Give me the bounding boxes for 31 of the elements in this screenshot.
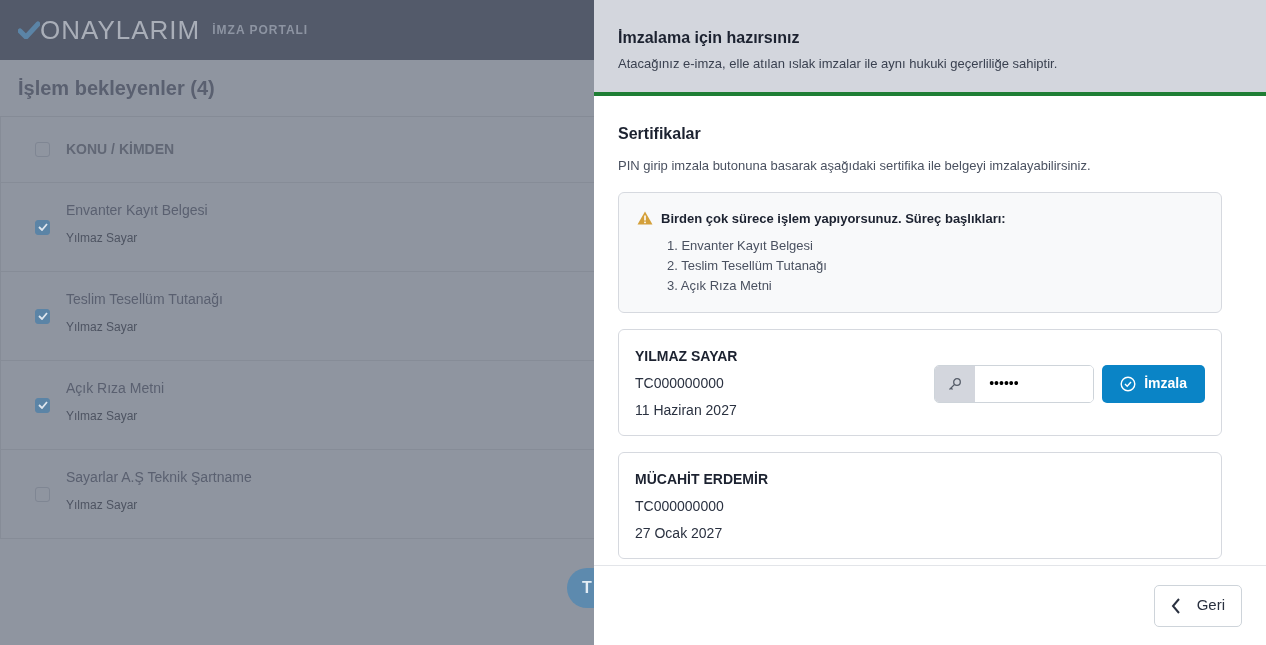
certificate-name: YILMAZ SAYAR <box>635 347 738 366</box>
item-sender: Yılmaz Sayar <box>66 496 139 514</box>
check-circle-icon <box>1120 375 1137 392</box>
item-sender: Yılmaz Sayar <box>66 407 139 425</box>
certificate-date: 11 Haziran 2027 <box>635 401 738 420</box>
sign-button[interactable]: İmzala <box>1102 364 1205 403</box>
certificate-date: 27 Ocak 2027 <box>635 524 724 543</box>
item-sender: Yılmaz Sayar <box>66 229 139 247</box>
section-description: PIN girip imzala butonuna basarak aşağıdaki sertifika ile belgeyi imzalayabilirsiniz. <box>618 157 1092 175</box>
certificate-id: TC000000000 <box>635 497 725 516</box>
panel-title: İmzalama için hazırsınız <box>618 28 801 48</box>
pin-field[interactable]: •••••• <box>934 364 1095 403</box>
checkbox[interactable] <box>35 219 50 235</box>
section-title: Sertifikalar <box>618 124 702 144</box>
checkmark-logo-icon <box>18 21 40 39</box>
certificate-id: TC000000000 <box>635 374 725 393</box>
panel-subtitle: Atacağınız e-imza, elle atılan ıslak imzalar ile aynı hukuki geçerliliğe sahiptir. <box>618 55 1059 73</box>
logo-text: ONAYLARIM <box>40 13 201 47</box>
checkbox[interactable] <box>35 308 50 324</box>
warning-list-item: 3. Açık Rıza Metni <box>667 277 773 295</box>
warning-title: Birden çok sürece işlem yapıyorsunuz. Süreç başlıkları: <box>661 209 1006 228</box>
warning-list-item: 2. Teslim Tesellüm Tutanağı <box>667 257 828 275</box>
chevron-left-icon <box>1170 597 1181 614</box>
back-button[interactable]: Geri <box>1153 584 1242 627</box>
certificate-name: MÜCAHİT ERDEMİR <box>635 470 768 489</box>
key-icon <box>948 376 963 391</box>
warning-icon <box>637 211 653 226</box>
warning-list-item: 1. Envanter Kayıt Belgesi <box>667 237 814 255</box>
item-sender: Yılmaz Sayar <box>66 318 139 336</box>
checkbox[interactable] <box>35 397 50 413</box>
logo-subtitle: İMZA PORTALI <box>212 22 309 39</box>
